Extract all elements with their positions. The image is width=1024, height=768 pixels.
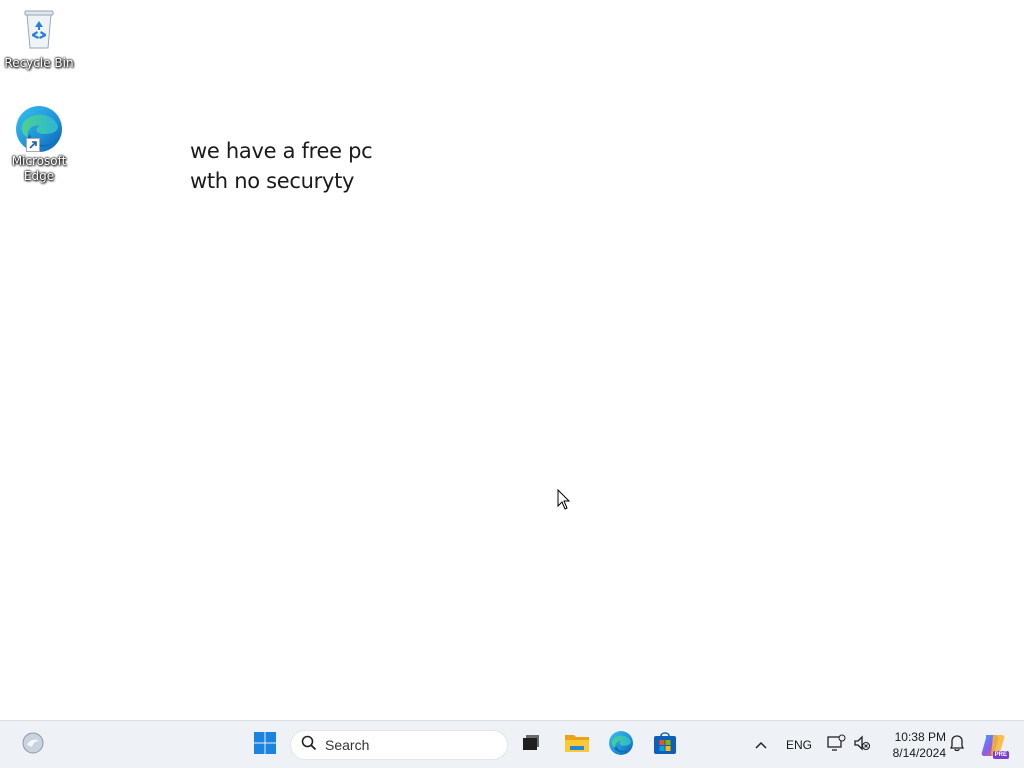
- windows-start-icon: [253, 731, 277, 759]
- language-label: ENG: [785, 737, 812, 752]
- network-icon: [826, 734, 846, 756]
- clock[interactable]: 10:38 PM 8/14/2024: [880, 729, 946, 761]
- wallpaper-text: we have a free pc wth no securyty: [190, 136, 373, 196]
- notification-button[interactable]: [946, 721, 968, 768]
- wallpaper-text-line-2: wth no securyty: [190, 169, 355, 193]
- network-button[interactable]: [824, 721, 848, 768]
- taskbar: Search ENG 10:38 PM 8/14/2024 PRE: [0, 720, 1024, 768]
- notification-icon: [949, 734, 965, 756]
- search-box[interactable]: Search: [290, 730, 508, 760]
- mouse-cursor-icon: [557, 488, 571, 515]
- edge-icon: [14, 104, 64, 154]
- task-view-button[interactable]: [512, 721, 550, 768]
- shortcut-arrow-icon: [26, 138, 40, 152]
- volume-button[interactable]: [850, 721, 874, 768]
- file-explorer-button[interactable]: [557, 721, 597, 768]
- copilot-icon: PRE: [980, 732, 1009, 759]
- search-icon: [301, 735, 317, 755]
- folder-icon: [564, 732, 590, 758]
- microsoft-store-button[interactable]: [645, 721, 685, 768]
- wallpaper-text-line-1: we have a free pc: [190, 139, 373, 163]
- clock-time: 10:38 PM: [894, 730, 946, 744]
- widgets-button[interactable]: [14, 721, 52, 768]
- desktop-icon-label: Microsoft Edge: [11, 154, 67, 183]
- store-icon: [652, 730, 678, 760]
- task-view-icon: [520, 732, 542, 758]
- chevron-up-icon: [754, 735, 768, 754]
- copilot-button[interactable]: PRE: [976, 721, 1010, 768]
- desktop-icon-microsoft-edge[interactable]: Microsoft Edge: [1, 104, 77, 184]
- edge-icon: [608, 730, 634, 760]
- start-button[interactable]: [246, 721, 284, 768]
- recycle-bin-icon: [1, 8, 77, 56]
- edge-taskbar-button[interactable]: [601, 721, 641, 768]
- desktop-icon-recycle-bin[interactable]: Recycle Bin: [1, 8, 77, 71]
- language-indicator[interactable]: ENG: [780, 721, 818, 768]
- clock-date: 8/14/2024: [892, 746, 946, 760]
- tray-overflow-button[interactable]: [748, 721, 774, 768]
- desktop-icon-label: Recycle Bin: [4, 56, 74, 70]
- copilot-badge: PRE: [992, 750, 1009, 759]
- search-placeholder: Search: [325, 737, 370, 753]
- volume-muted-icon: [853, 734, 871, 756]
- widgets-icon: [21, 731, 45, 759]
- desktop[interactable]: Recycle Bin Microsoft Edge we have a fre…: [0, 0, 1024, 720]
